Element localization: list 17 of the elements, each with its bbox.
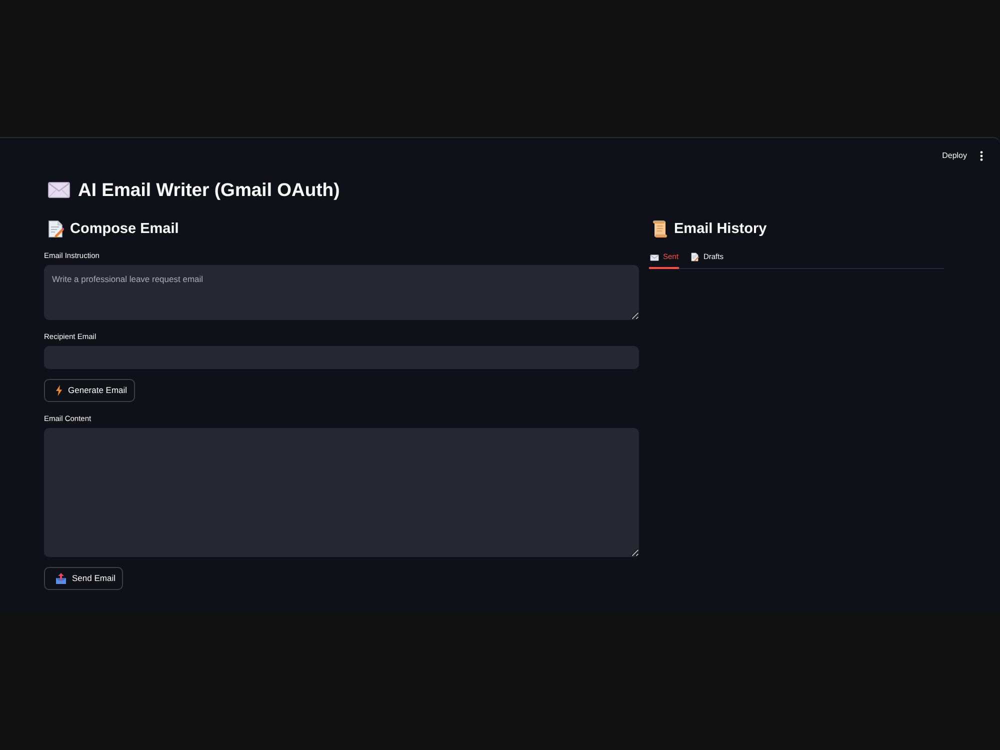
send-email-button[interactable]: Send Email [44,567,124,590]
envelope-icon [650,254,659,260]
outbox-tray-icon [56,573,66,584]
envelope-icon [48,182,70,198]
textarea-field[interactable]: Write a professional leave request email [44,265,639,320]
scroll-icon [652,220,668,238]
memo-icon [691,252,700,262]
lightning-icon [56,385,62,396]
generate-email-button[interactable]: Generate Email [44,379,136,402]
menu-icon[interactable] [980,150,983,160]
section-heading: Compose Email [70,220,179,239]
input-field[interactable] [44,346,639,369]
section-heading: Email History [674,220,767,239]
textarea-field[interactable] [44,428,639,557]
page-title: AI Email Writer (Gmail OAuth) [78,178,340,202]
deploy-button[interactable]: Deploy [939,148,970,162]
memo-icon [48,220,64,238]
